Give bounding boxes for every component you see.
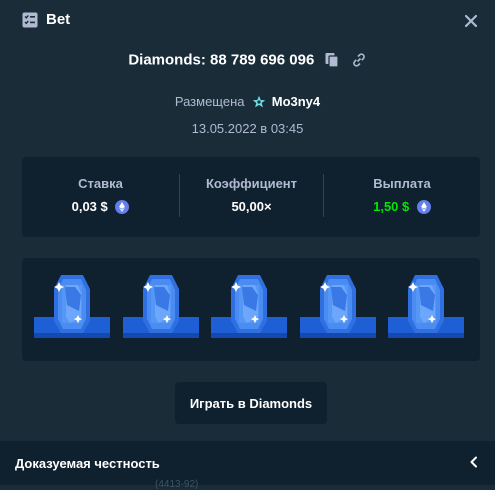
play-diamonds-button[interactable]: Играть в Diamonds — [175, 382, 327, 424]
modal-title: Bet — [46, 11, 71, 28]
ethereum-coin-icon — [115, 200, 130, 214]
payout-label: Выплата — [373, 176, 431, 191]
diamond-gem-icon — [211, 271, 287, 351]
link-icon[interactable] — [351, 52, 367, 68]
multiplier-label: Коэффициент — [205, 176, 298, 191]
bet-stats-panel: Ставка 0,03 $ Коэффициент 50,00× Выплата… — [22, 157, 480, 237]
modal-header: Bet — [0, 0, 495, 40]
bet-modal: Bet Diamonds: 88 789 696 096 Размещена M… — [0, 0, 495, 490]
username[interactable]: Mo3ny4 — [272, 94, 320, 109]
bet-date: 13.05.2022 в 03:45 — [191, 121, 304, 136]
gems-board — [22, 258, 480, 361]
payout-value-row: 1,50 $ — [324, 199, 480, 214]
stake-value: 0,03 $ — [71, 199, 108, 214]
stat-payout: Выплата 1,50 $ — [324, 157, 480, 237]
diamond-gem-icon — [299, 271, 376, 351]
chevron-left-icon[interactable] — [467, 455, 481, 469]
multiplier-value: 50,00× — [231, 199, 272, 214]
provably-fair-bar[interactable]: Доказуемая честность — [0, 441, 495, 485]
placed-label: Размещена — [174, 94, 245, 109]
diamond-gem-icon — [388, 271, 464, 351]
stat-stake: Ставка 0,03 $ — [22, 157, 179, 237]
bet-slip-icon — [22, 12, 38, 28]
stat-multiplier: Коэффициент 50,00× — [180, 157, 323, 237]
bet-title: Diamonds: 88 789 696 096 — [0, 51, 495, 69]
provably-fair-label: Доказуемая честность — [15, 456, 160, 471]
vip-star-icon — [252, 95, 266, 108]
close-icon[interactable] — [462, 12, 480, 30]
stake-label: Ставка — [78, 176, 123, 191]
bet-title-text: Diamonds: 88 789 696 096 — [128, 51, 315, 69]
diamond-gem-icon — [122, 271, 199, 351]
diamond-gem-icon — [34, 271, 110, 351]
payout-value: 1,50 $ — [373, 199, 410, 214]
stake-value-row: 0,03 $ — [22, 199, 179, 214]
placed-by: Размещена Mo3ny4 — [0, 94, 495, 109]
copy-icon[interactable] — [324, 52, 340, 68]
ethereum-coin-icon — [416, 200, 431, 214]
